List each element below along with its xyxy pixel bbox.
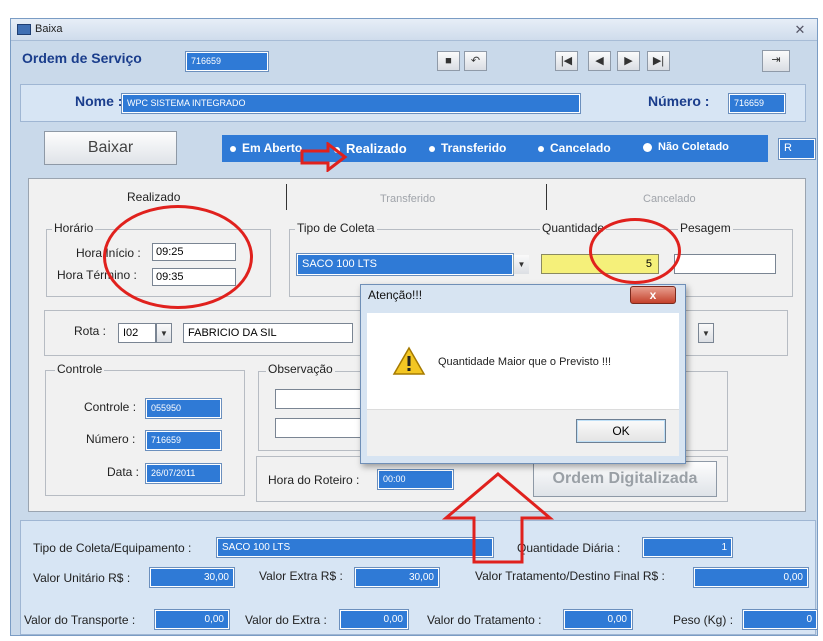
observacao-input-1[interactable] <box>275 389 365 409</box>
ok-button[interactable]: OK <box>576 419 666 443</box>
valor-do-tratamento-label: Valor do Tratamento : <box>427 613 542 627</box>
nav-last-button[interactable]: ▶| <box>647 51 670 71</box>
undo-button[interactable]: ↶ <box>464 51 487 71</box>
hora-roteiro-label: Hora do Roteiro : <box>268 473 360 487</box>
observacao-group-title: Observação <box>266 362 335 376</box>
prev-icon: ◀ <box>595 55 604 67</box>
valor-tratamento-final-field[interactable]: 0,00 <box>694 568 808 587</box>
numero-controle-field[interactable]: 716659 <box>146 431 221 450</box>
numero-field[interactable]: 716659 <box>729 94 785 113</box>
exit-icon: ⇥ <box>771 54 781 66</box>
chevron-down-icon[interactable]: ▼ <box>156 323 172 343</box>
tab-realizado[interactable]: Realizado <box>127 190 180 204</box>
dialog-title: Atenção!!! <box>368 288 423 302</box>
red-up-arrow-annotation <box>441 472 555 564</box>
controle-group-title: Controle <box>55 362 105 376</box>
dialog-message: Quantidade Maior que o Previsto !!! <box>438 356 612 368</box>
baixar-button[interactable]: Baixar <box>44 131 177 165</box>
next-icon: ▶ <box>624 55 633 67</box>
title-bar <box>11 19 817 41</box>
last-icon: ▶| <box>652 55 665 67</box>
nav-prev-button[interactable]: ◀ <box>588 51 611 71</box>
red-arrow-annotation <box>300 142 348 172</box>
data-label: Data : <box>107 465 140 479</box>
rota-label: Rota : <box>74 324 107 338</box>
horario-group-title: Horário <box>52 221 96 235</box>
valor-extra-label: Valor Extra R$ : <box>259 569 343 583</box>
ordem-servico-label: Ordem de Serviço <box>22 50 142 66</box>
pesagem-input[interactable] <box>674 254 776 274</box>
ordem-digitalizada-button[interactable]: Ordem Digitalizada <box>533 461 717 497</box>
valor-tratamento-final-label: Valor Tratamento/Destino Final R$ : <box>475 569 665 583</box>
tab-cancelado[interactable]: Cancelado <box>643 193 696 205</box>
valor-do-extra-field[interactable]: 0,00 <box>340 610 408 629</box>
rota-code-select[interactable]: I02 <box>118 323 156 343</box>
window-title: Baixa <box>35 23 63 35</box>
controle-label: Controle : <box>84 400 137 414</box>
nome-field[interactable]: WPC SISTEMA INTEGRADO <box>122 94 580 113</box>
valor-unitario-label: Valor Unitário R$ : <box>33 571 131 585</box>
tab-transferido[interactable]: Transferido <box>380 193 435 205</box>
ordem-servico-field[interactable]: 716659 <box>186 52 268 71</box>
valor-transporte-label: Valor do Transporte : <box>24 613 136 627</box>
pesagem-label: Pesagem <box>678 221 733 235</box>
dialog-close-button[interactable]: x <box>630 286 676 304</box>
first-icon: |◀ <box>560 55 573 67</box>
tipo-equipamento-label: Tipo de Coleta/Equipamento : <box>33 541 192 555</box>
radio-nao-coletado[interactable]: Não Coletado <box>643 141 729 153</box>
radio-em-aberto[interactable]: Em Aberto <box>230 141 302 155</box>
chevron-down-icon[interactable]: ▼ <box>698 323 714 343</box>
nav-first-button[interactable]: |◀ <box>555 51 578 71</box>
nome-label: Nome : <box>75 93 123 109</box>
tipo-coleta-select[interactable]: SACO 100 LTS <box>297 254 513 275</box>
window-close-icon[interactable]: ✕ <box>788 21 812 38</box>
tab-divider <box>286 184 287 210</box>
valor-do-extra-label: Valor do Extra : <box>245 613 327 627</box>
radio-cancelado[interactable]: Cancelado <box>538 141 611 155</box>
valor-do-tratamento-field[interactable]: 0,00 <box>564 610 632 629</box>
radio-transferido[interactable]: Transferido <box>429 141 506 155</box>
nav-next-button[interactable]: ▶ <box>617 51 640 71</box>
floppy-icon: ■ <box>445 55 452 67</box>
save-button[interactable]: ■ <box>437 51 460 71</box>
app-icon <box>17 24 31 35</box>
valor-unitario-field[interactable]: 30,00 <box>150 568 234 587</box>
peso-label: Peso (Kg) : <box>673 613 734 627</box>
quantidade-diaria-field[interactable]: 1 <box>643 538 732 557</box>
rota-driver-select[interactable]: FABRICIO DA SIL <box>183 323 353 343</box>
tab-divider <box>546 184 547 210</box>
red-circle-horario <box>103 205 253 309</box>
peso-field[interactable]: 0 <box>743 610 817 629</box>
controle-field[interactable]: 055950 <box>146 399 221 418</box>
red-circle-quantidade <box>589 218 681 284</box>
warning-icon <box>392 346 426 375</box>
chevron-down-icon[interactable]: ▼ <box>513 255 529 274</box>
data-field[interactable]: 26/07/2011 <box>146 464 221 483</box>
valor-extra-field[interactable]: 30,00 <box>355 568 439 587</box>
status-code-field[interactable]: R <box>779 139 815 159</box>
tipo-coleta-group-title: Tipo de Coleta <box>295 221 377 235</box>
undo-icon: ↶ <box>470 55 481 67</box>
exit-button[interactable]: ⇥ <box>762 50 790 72</box>
valor-transporte-field[interactable]: 0,00 <box>155 610 229 629</box>
observacao-input-2[interactable] <box>275 418 365 438</box>
numero-label: Número : <box>648 93 710 109</box>
numero-controle-label: Número : <box>86 432 136 446</box>
